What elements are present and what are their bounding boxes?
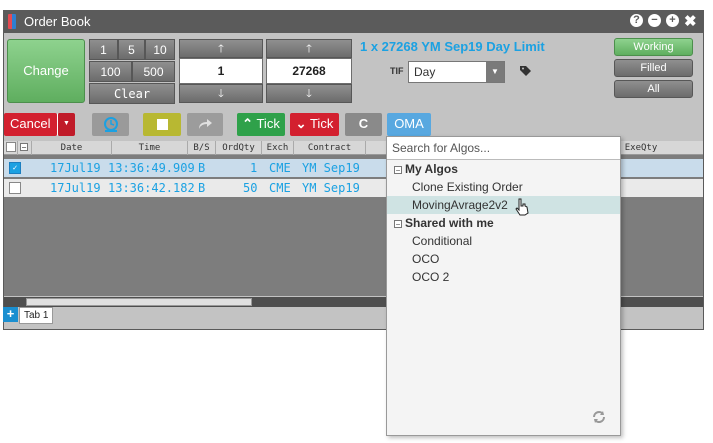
column-ordqty[interactable]: OrdQty	[216, 141, 262, 155]
qty-preset-1[interactable]: 1	[89, 39, 118, 60]
add-tab-icon[interactable]: +	[3, 307, 18, 322]
filter-all-button[interactable]: All	[614, 80, 693, 98]
cell-bs: B	[198, 181, 206, 195]
algo-item[interactable]: OCO 2	[387, 268, 620, 286]
stop-icon	[156, 119, 168, 130]
qty-preset-5[interactable]: 5	[118, 39, 145, 60]
collapse-icon[interactable]: −	[394, 220, 402, 229]
cell-ordqty: 50	[243, 181, 258, 195]
title-bar[interactable]	[3, 10, 704, 33]
close-icon[interactable]: ✖	[684, 12, 697, 30]
qty-preset-10[interactable]: 10	[145, 39, 175, 60]
cell-time: 13:36:49.909	[108, 161, 195, 175]
cell-contract: YM Sep19	[302, 181, 360, 195]
row-checkbox[interactable]: ✓	[9, 162, 21, 174]
collapse-icon[interactable]: −	[20, 143, 28, 152]
group-shared-with-me[interactable]: Shared with me	[405, 216, 494, 230]
help-icon[interactable]: ?	[630, 14, 643, 27]
column-time[interactable]: Time	[112, 141, 188, 155]
quantity-down-button[interactable]: 🡓	[179, 84, 263, 103]
cell-time: 13:36:42.182	[108, 181, 195, 195]
quantity-field[interactable]: 1	[179, 58, 263, 84]
quantity-up-button[interactable]: 🡑	[179, 39, 263, 58]
collapse-all-cell[interactable]: −	[18, 141, 32, 155]
filter-working-button[interactable]: Working	[614, 38, 693, 56]
filter-filled-button[interactable]: Filled	[614, 59, 693, 77]
replay-button[interactable]	[187, 113, 223, 136]
history-button[interactable]	[92, 113, 129, 136]
price-field[interactable]: 27268	[266, 58, 352, 84]
algo-search-input[interactable]: Search for Algos...	[387, 137, 620, 160]
column-exeqty[interactable]: ExeQty	[621, 141, 661, 155]
cell-contract: YM Sep19	[302, 161, 360, 175]
algo-item[interactable]: OCO	[387, 250, 620, 268]
sell-tick-button[interactable]: ⌄ Tick	[290, 113, 339, 136]
cell-ordqty: 1	[250, 161, 258, 175]
history-icon	[103, 117, 118, 132]
cell-date: 17Jul19	[50, 181, 101, 195]
select-all-checkbox-cell[interactable]	[4, 141, 18, 155]
caret-down-icon: ⌄	[295, 116, 307, 131]
price-up-button[interactable]: 🡑	[266, 39, 352, 58]
buy-tick-button[interactable]: ⌃ Tick	[237, 113, 285, 136]
cancel-button[interactable]: Cancel	[4, 113, 57, 136]
caret-up-icon: ⌃	[242, 116, 254, 131]
price-down-button[interactable]: 🡓	[266, 84, 352, 103]
oma-button[interactable]: OMA	[387, 113, 431, 136]
stop-button[interactable]	[143, 113, 181, 136]
collapse-icon[interactable]: −	[394, 166, 402, 175]
cell-exch: CME	[269, 181, 291, 195]
window-title: Order Book	[24, 14, 91, 29]
minimize-icon[interactable]: −	[648, 14, 661, 27]
app-logo-icon	[8, 14, 16, 29]
cell-exch: CME	[269, 161, 291, 175]
cancel-dropdown-button[interactable]: ▼	[57, 113, 75, 136]
clear-button[interactable]: Clear	[89, 83, 175, 104]
group-my-algos[interactable]: My Algos	[405, 162, 458, 176]
chevron-down-icon[interactable]: ▼	[486, 62, 504, 82]
algo-item[interactable]: MovingAvrage2v2	[387, 196, 620, 214]
algo-item[interactable]: Clone Existing Order	[387, 178, 620, 196]
forward-arrow-icon	[199, 119, 212, 129]
cell-date: 17Jul19	[50, 161, 101, 175]
cell-bs: B	[198, 161, 206, 175]
tif-value: Day	[414, 65, 436, 79]
tag-icon[interactable]	[520, 65, 532, 76]
select-all-checkbox[interactable]	[6, 142, 16, 152]
tab-1[interactable]: Tab 1	[19, 307, 53, 324]
row-checkbox[interactable]	[9, 182, 21, 194]
qty-preset-500[interactable]: 500	[132, 61, 175, 82]
column-bs[interactable]: B/S	[188, 141, 216, 155]
refresh-icon[interactable]: C	[345, 113, 382, 136]
algo-item[interactable]: Conditional	[387, 232, 620, 250]
column-contract[interactable]: Contract	[294, 141, 366, 155]
column-date[interactable]: Date	[32, 141, 112, 155]
buy-tick-label: Tick	[256, 116, 280, 131]
sell-tick-label: Tick	[309, 116, 334, 131]
hand-cursor-icon	[515, 198, 529, 216]
order-summary: 1 x 27268 YM Sep19 Day Limit	[360, 39, 545, 54]
tif-label: TIF	[390, 66, 404, 76]
change-button[interactable]: Change	[7, 39, 85, 103]
column-exch[interactable]: Exch	[262, 141, 294, 155]
scrollbar-thumb[interactable]	[26, 298, 252, 306]
reload-icon[interactable]	[592, 410, 606, 424]
maximize-icon[interactable]: +	[666, 14, 679, 27]
qty-preset-100[interactable]: 100	[89, 61, 132, 82]
